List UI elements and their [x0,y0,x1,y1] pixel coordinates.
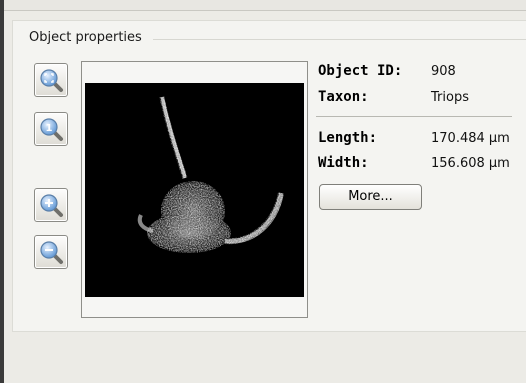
window-left-border [0,0,4,383]
svg-text:1: 1 [46,123,53,134]
zoom-fit-button[interactable] [34,63,68,97]
width-label: Width: [318,155,369,171]
length-value: 170.484 µm [431,131,510,146]
bottom-area [4,332,526,383]
more-button[interactable]: More... [319,184,422,210]
image-viewer-frame[interactable] [81,61,308,318]
taxon-value: Triops [431,90,469,105]
specimen-image[interactable] [85,83,304,297]
width-value: 156.608 µm [431,156,510,171]
object-id-value: 908 [431,64,456,79]
panel-title: Object properties [29,30,142,45]
taxon-label: Taxon: [318,89,369,105]
zoom-out-button[interactable] [34,235,68,269]
properties-separator [316,116,512,117]
group-box-line [153,39,526,40]
length-label: Length: [318,130,378,146]
specimen-image-graphic [137,96,284,253]
zoom-in-button[interactable] [34,188,68,222]
zoom-actual-size-button[interactable]: 1 [34,112,68,146]
top-toolbar-strip [4,0,526,11]
object-id-label: Object ID: [318,63,403,79]
